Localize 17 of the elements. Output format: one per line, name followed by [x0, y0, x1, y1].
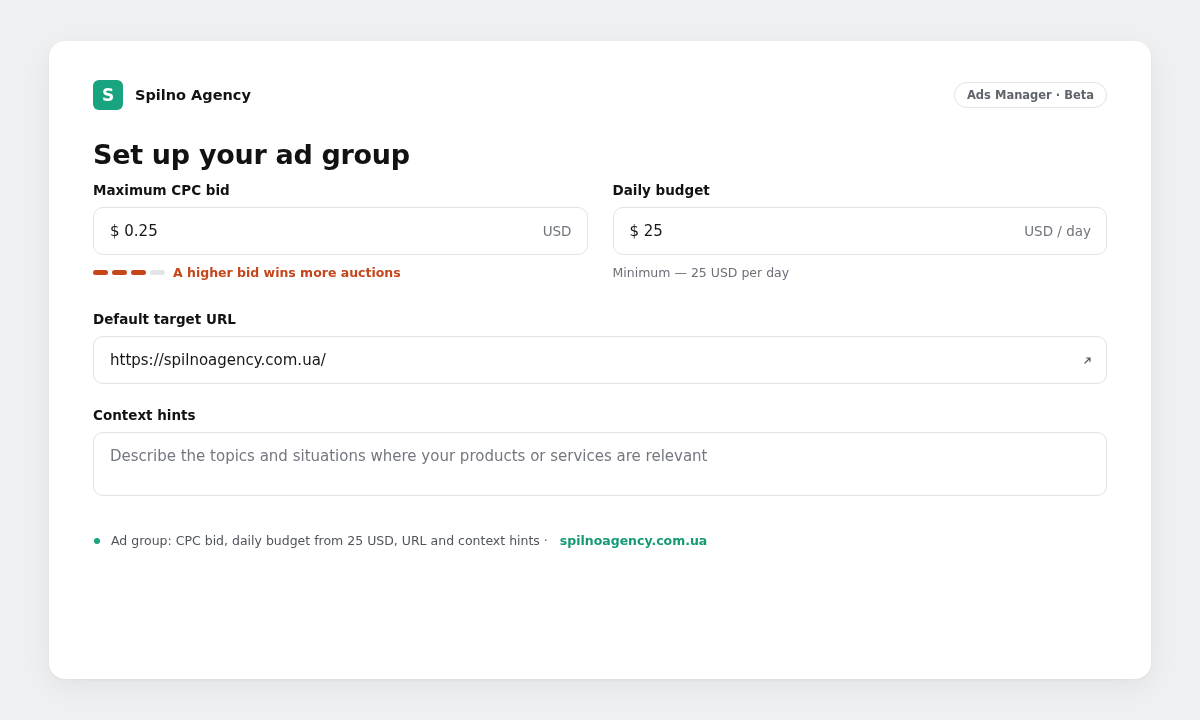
field-label: Default target URL	[93, 310, 237, 328]
status-dot-icon	[94, 537, 100, 544]
hint-text: Minimum — 25 USD per day	[612, 264, 790, 280]
arrow-icon	[1084, 356, 1091, 364]
field-label: Context hints	[93, 406, 197, 424]
unit-label: USD / day	[1024, 223, 1091, 239]
strength-text: A higher bid wins more auctions	[173, 264, 401, 280]
logo-icon: S	[93, 80, 123, 110]
unit-label: USD	[542, 223, 572, 239]
field-label: Daily budget	[612, 181, 711, 199]
context-hints-field[interactable]: Describe the topics and situations where your products or services are relevant	[93, 432, 1107, 496]
brand-name: Spilno Agency	[135, 87, 251, 103]
summary-text: Ad group: CPC bid, daily budget from 25 USD, URL and context hints ·	[111, 533, 548, 548]
field-label: Maximum CPC bid	[93, 181, 231, 199]
site-link[interactable]: spilnoagency.com.ua	[559, 533, 708, 548]
page-title: Set up your ad group	[93, 138, 411, 172]
url-field[interactable]: https://spilnoagency.com.ua/	[93, 336, 1107, 384]
